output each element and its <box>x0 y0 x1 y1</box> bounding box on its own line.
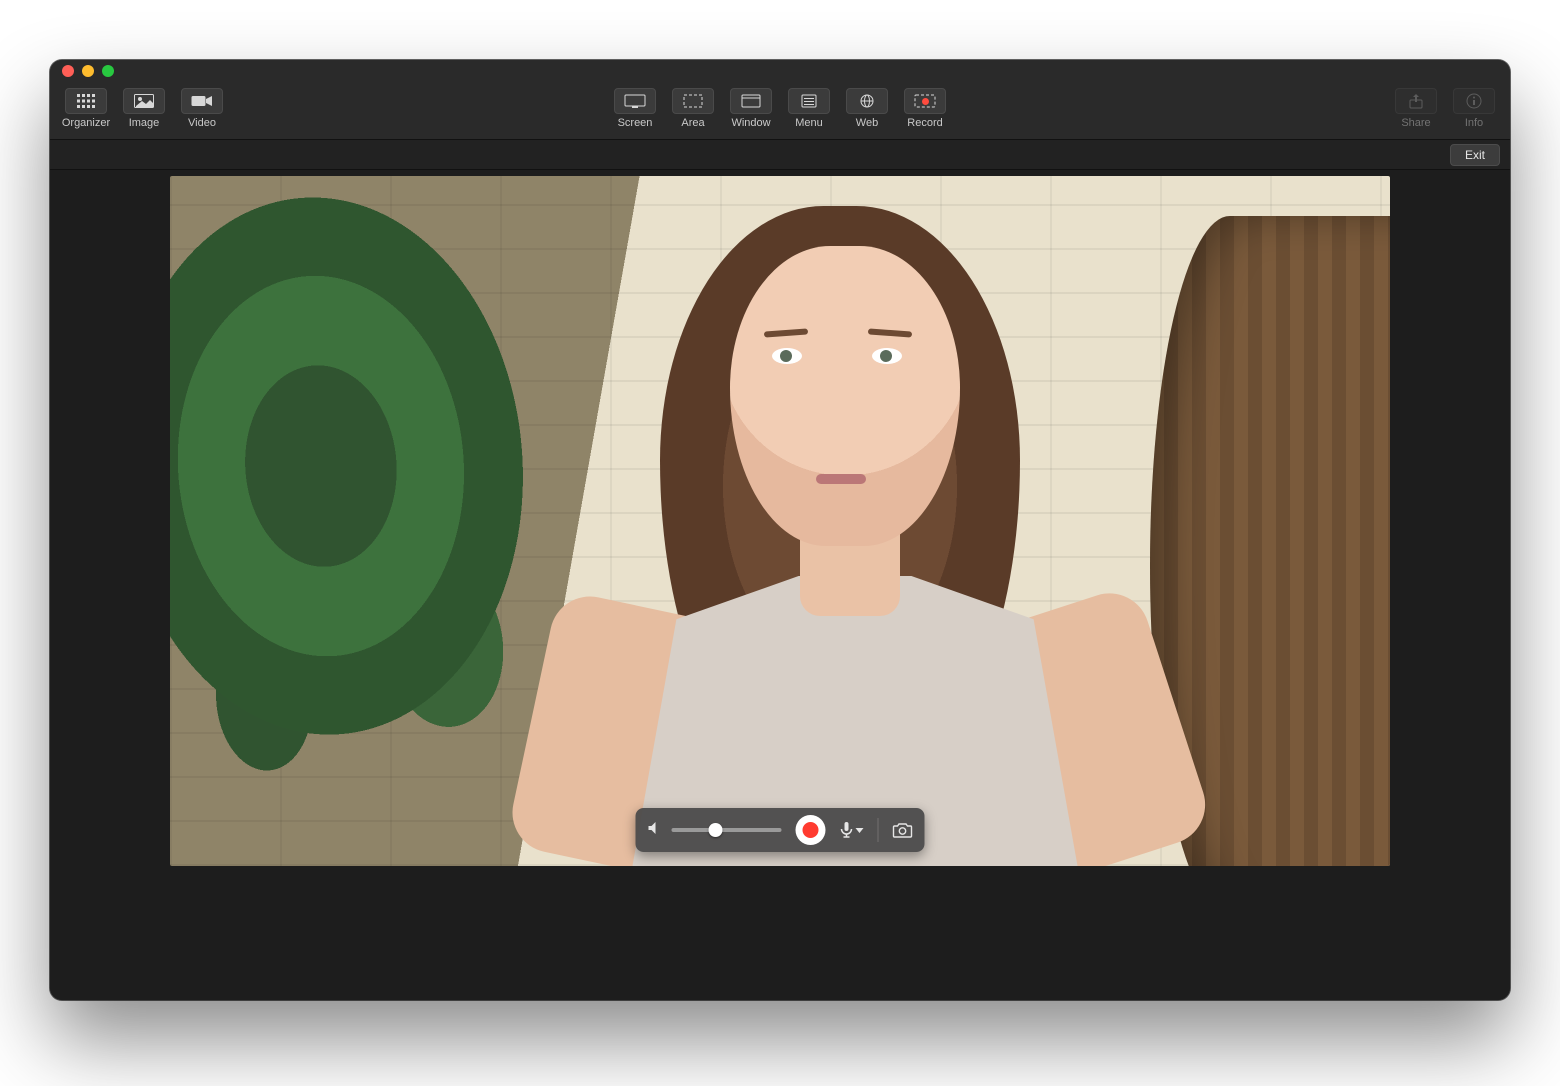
toolbar-group-left: Organizer Image Video <box>60 88 228 129</box>
menu-icon <box>788 88 830 114</box>
capture-area-button[interactable]: Area <box>667 88 719 129</box>
record-icon <box>904 88 946 114</box>
image-label: Image <box>129 117 160 129</box>
organizer-button[interactable]: Organizer <box>60 88 112 129</box>
share-icon <box>1395 88 1437 114</box>
main-toolbar: Organizer Image Video Screen <box>50 82 1510 140</box>
area-icon <box>672 88 714 114</box>
recording-controls <box>636 808 925 852</box>
volume-thumb[interactable] <box>709 823 723 837</box>
capture-screen-label: Screen <box>618 117 653 129</box>
volume-slider[interactable] <box>672 828 782 832</box>
start-record-button[interactable] <box>796 815 826 845</box>
app-window: Organizer Image Video Screen <box>50 60 1510 1000</box>
info-button: Info <box>1448 88 1500 129</box>
record-dot-icon <box>803 822 819 838</box>
web-icon <box>846 88 888 114</box>
share-label: Share <box>1401 117 1430 129</box>
titlebar <box>50 60 1510 82</box>
exit-button[interactable]: Exit <box>1450 144 1500 166</box>
capture-menu-button[interactable]: Menu <box>783 88 835 129</box>
volume-control[interactable] <box>648 821 782 840</box>
exit-label: Exit <box>1465 148 1485 162</box>
info-label: Info <box>1465 117 1483 129</box>
subtoolbar: Exit <box>50 140 1510 170</box>
video-button[interactable]: Video <box>176 88 228 129</box>
microphone-menu-button[interactable] <box>840 821 864 839</box>
camera-icon <box>893 822 913 838</box>
microphone-icon <box>840 821 854 839</box>
video-icon <box>181 88 223 114</box>
window-minimize-button[interactable] <box>82 65 94 77</box>
capture-window-button[interactable]: Window <box>725 88 777 129</box>
webcam-scene-illustration <box>170 176 1390 866</box>
video-label: Video <box>188 117 216 129</box>
image-button[interactable]: Image <box>118 88 170 129</box>
capture-menu-label: Menu <box>795 117 823 129</box>
toolbar-group-center: Screen Area Window Menu <box>609 88 951 129</box>
capture-area-label: Area <box>681 117 704 129</box>
info-icon <box>1453 88 1495 114</box>
capture-screen-button[interactable]: Screen <box>609 88 661 129</box>
window-icon <box>730 88 772 114</box>
snapshot-button[interactable] <box>893 822 913 838</box>
chevron-down-icon <box>856 828 864 833</box>
screen-icon <box>614 88 656 114</box>
window-maximize-button[interactable] <box>102 65 114 77</box>
webcam-preview <box>170 176 1390 866</box>
record-button-toolbar[interactable]: Record <box>899 88 951 129</box>
stage <box>50 170 1510 1000</box>
image-icon <box>123 88 165 114</box>
share-button: Share <box>1390 88 1442 129</box>
organizer-label: Organizer <box>62 117 110 129</box>
divider <box>878 818 879 842</box>
grid-icon <box>65 88 107 114</box>
capture-web-button[interactable]: Web <box>841 88 893 129</box>
record-label: Record <box>907 117 942 129</box>
window-close-button[interactable] <box>62 65 74 77</box>
capture-web-label: Web <box>856 117 878 129</box>
toolbar-group-right: Share Info <box>1390 88 1500 129</box>
capture-window-label: Window <box>731 117 770 129</box>
volume-icon <box>648 821 664 840</box>
